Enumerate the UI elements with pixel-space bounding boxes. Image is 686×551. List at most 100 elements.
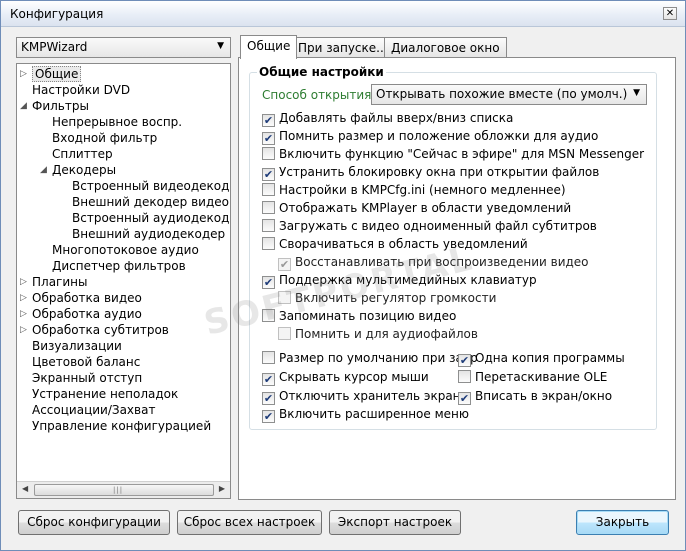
expand-arrow-icon[interactable]: ▷ <box>20 274 27 290</box>
checkmark-icon[interactable]: ✔ <box>458 354 471 367</box>
option-checkbox[interactable]: ✔ Помнить размер и положение обложки для … <box>262 129 598 145</box>
checkbox-box[interactable] <box>262 183 275 196</box>
tree-item[interactable]: ◢ Декодеры <box>40 162 116 178</box>
tree-item[interactable]: Устранение неполадок <box>32 386 178 402</box>
tab-dialog-window[interactable]: Диалоговое окно <box>384 37 507 58</box>
reset-config-button[interactable]: Сброс конфигурации <box>18 510 170 535</box>
tree-item[interactable]: Цветовой баланс <box>32 354 140 370</box>
tree-item[interactable]: ◢ Фильтры <box>20 98 89 114</box>
option-checkbox[interactable]: ✔ Включить расширенное меню <box>262 407 469 423</box>
checkbox-box[interactable] <box>262 351 275 364</box>
title-bar[interactable]: Конфигурация ✕ <box>1 1 685 27</box>
tree-item[interactable]: Встроенный аудиодекодер <box>72 210 230 226</box>
expand-arrow-icon[interactable]: ▷ <box>20 66 27 82</box>
close-icon[interactable]: ✕ <box>663 7 677 20</box>
checkbox-box[interactable] <box>262 201 275 214</box>
scrollbar-thumb[interactable] <box>34 484 214 496</box>
tree-item[interactable]: Внешний аудиодекодер <box>72 226 225 242</box>
option-label: Запоминать позицию видео <box>279 309 457 323</box>
option-checkbox[interactable]: ✔ Устранить блокировку окна при открытии … <box>262 165 599 181</box>
scroll-left-icon[interactable]: ◀ <box>22 484 28 493</box>
settings-tree[interactable]: Управление конфигурацией Ассоциации/Захва… <box>16 63 231 499</box>
option-checkbox[interactable]: Настройки в KMPCfg.ini (немного медленне… <box>262 183 566 199</box>
close-button[interactable]: Закрыть <box>576 510 669 535</box>
checkbox-box[interactable] <box>262 237 275 250</box>
checkbox-box[interactable] <box>262 309 275 322</box>
option-label: Скрывать курсор мыши <box>279 370 429 384</box>
option-checkbox[interactable]: Загружать с видео одноименный файл субти… <box>262 219 597 235</box>
option-label: Отключить хранитель экрана <box>279 389 468 403</box>
option-checkbox[interactable]: Помнить и для аудиофайлов <box>278 327 478 343</box>
option-checkbox[interactable]: ✔ Одна копия программы <box>458 351 625 367</box>
option-checkbox[interactable]: ✔ Вписать в экран/окно <box>458 389 612 405</box>
tree-item-label: Настройки DVD <box>32 83 131 97</box>
tree-item[interactable]: Сплиттер <box>52 146 113 162</box>
profile-select[interactable]: KMPWizard ▼ <box>16 37 231 58</box>
collapse-arrow-icon[interactable]: ◢ <box>20 98 27 114</box>
checkmark-icon[interactable]: ✔ <box>262 168 275 181</box>
option-checkbox[interactable]: Сворачиваться в область уведомлений <box>262 237 528 253</box>
expand-arrow-icon[interactable]: ▷ <box>20 322 27 338</box>
tree-item[interactable]: Входной фильтр <box>52 130 157 146</box>
tree-item-label: Встроенный видеодекодер <box>72 179 231 193</box>
tree-item-label: Фильтры <box>32 99 89 113</box>
tree-item[interactable]: Непрерывное воспр. <box>52 114 182 130</box>
tree-item[interactable]: Ассоциации/Захват <box>32 402 155 418</box>
option-checkbox[interactable]: Включить регулятор громкости <box>278 291 496 307</box>
checkbox-box[interactable] <box>262 147 275 160</box>
tree-item[interactable]: Внешний декодер видео <box>72 194 229 210</box>
checkmark-icon[interactable]: ✔ <box>458 392 471 405</box>
option-checkbox[interactable]: ✔ Восстанавливать при воспроизведении вид… <box>278 255 589 271</box>
checkbox-box[interactable] <box>278 291 291 304</box>
tree-item[interactable]: Настройки DVD <box>32 82 130 98</box>
tree-item[interactable]: ▷ Обработка аудио <box>20 306 142 322</box>
tree-item[interactable]: Встроенный видеодекодер <box>72 178 231 194</box>
option-label: Поддержка мультимедийных клавиатур <box>279 273 537 287</box>
tab-on-startup[interactable]: При запуске... <box>291 37 395 58</box>
option-checkbox[interactable]: ✔ Скрывать курсор мыши <box>262 370 429 386</box>
tree-item[interactable]: Управление конфигурацией <box>32 418 211 434</box>
tree-item[interactable]: Экранный отступ <box>32 370 142 386</box>
tree-item[interactable]: Диспетчер фильтров <box>52 258 186 274</box>
expand-arrow-icon[interactable]: ▷ <box>20 290 27 306</box>
tree-item[interactable]: Визуализации <box>32 338 122 354</box>
checkbox-box[interactable] <box>262 219 275 232</box>
tree-item[interactable]: ▷ Общие <box>20 66 82 82</box>
chevron-down-icon: ▼ <box>633 88 640 98</box>
checkmark-icon[interactable]: ✔ <box>262 132 275 145</box>
tree-item[interactable]: ▷ Обработка субтитров <box>20 322 169 338</box>
option-label: Добавлять файлы вверх/вниз списка <box>279 111 514 125</box>
export-settings-button[interactable]: Экспорт настроек <box>329 510 461 535</box>
scroll-right-icon[interactable]: ▶ <box>219 484 225 493</box>
option-label: Помнить и для аудиофайлов <box>295 327 478 341</box>
collapse-arrow-icon[interactable]: ◢ <box>40 162 47 178</box>
tree-item-label: Управление конфигурацией <box>32 419 212 433</box>
checkbox-box[interactable] <box>278 327 291 340</box>
option-checkbox[interactable]: ✔ Добавлять файлы вверх/вниз списка <box>262 111 513 127</box>
open-method-select[interactable]: Открывать похожие вместе (по умолч.) ▼ <box>371 84 647 105</box>
checkmark-icon[interactable]: ✔ <box>278 258 291 271</box>
tree-item[interactable]: ▷ Плагины <box>20 274 87 290</box>
checkmark-icon[interactable]: ✔ <box>262 392 275 405</box>
option-checkbox[interactable]: Перетаскивание OLE <box>458 370 607 386</box>
option-checkbox[interactable]: Включить функцию "Сейчас в эфире" для MS… <box>262 147 644 163</box>
tree-item[interactable]: ▷ Обработка видео <box>20 290 142 306</box>
option-label: Устранить блокировку окна при открытии ф… <box>279 165 600 179</box>
option-label: Отображать KMPlayer в области уведомлени… <box>279 201 572 215</box>
option-checkbox[interactable]: Запоминать позицию видео <box>262 309 456 325</box>
expand-arrow-icon[interactable]: ▷ <box>20 306 27 322</box>
tab-panel-general: Общие настройки Способ открытия: Открыва… <box>238 57 676 500</box>
checkmark-icon[interactable]: ✔ <box>262 373 275 386</box>
horizontal-scrollbar[interactable]: ◀ ||| ▶ <box>17 481 230 498</box>
reset-all-button[interactable]: Сброс всех настроек <box>177 510 322 535</box>
tab-general[interactable]: Общие <box>240 35 298 59</box>
checkbox-box[interactable] <box>458 370 471 383</box>
option-checkbox[interactable]: ✔ Отключить хранитель экрана <box>262 389 468 405</box>
tree-item[interactable]: Многопотоковое аудио <box>52 242 199 258</box>
checkmark-icon[interactable]: ✔ <box>262 410 275 423</box>
checkmark-icon[interactable]: ✔ <box>262 114 275 127</box>
option-checkbox[interactable]: Отображать KMPlayer в области уведомлени… <box>262 201 571 217</box>
checkmark-icon[interactable]: ✔ <box>262 276 275 289</box>
option-checkbox[interactable]: ✔ Поддержка мультимедийных клавиатур <box>262 273 537 289</box>
option-checkbox[interactable]: Размер по умолчанию при закр <box>262 351 478 367</box>
